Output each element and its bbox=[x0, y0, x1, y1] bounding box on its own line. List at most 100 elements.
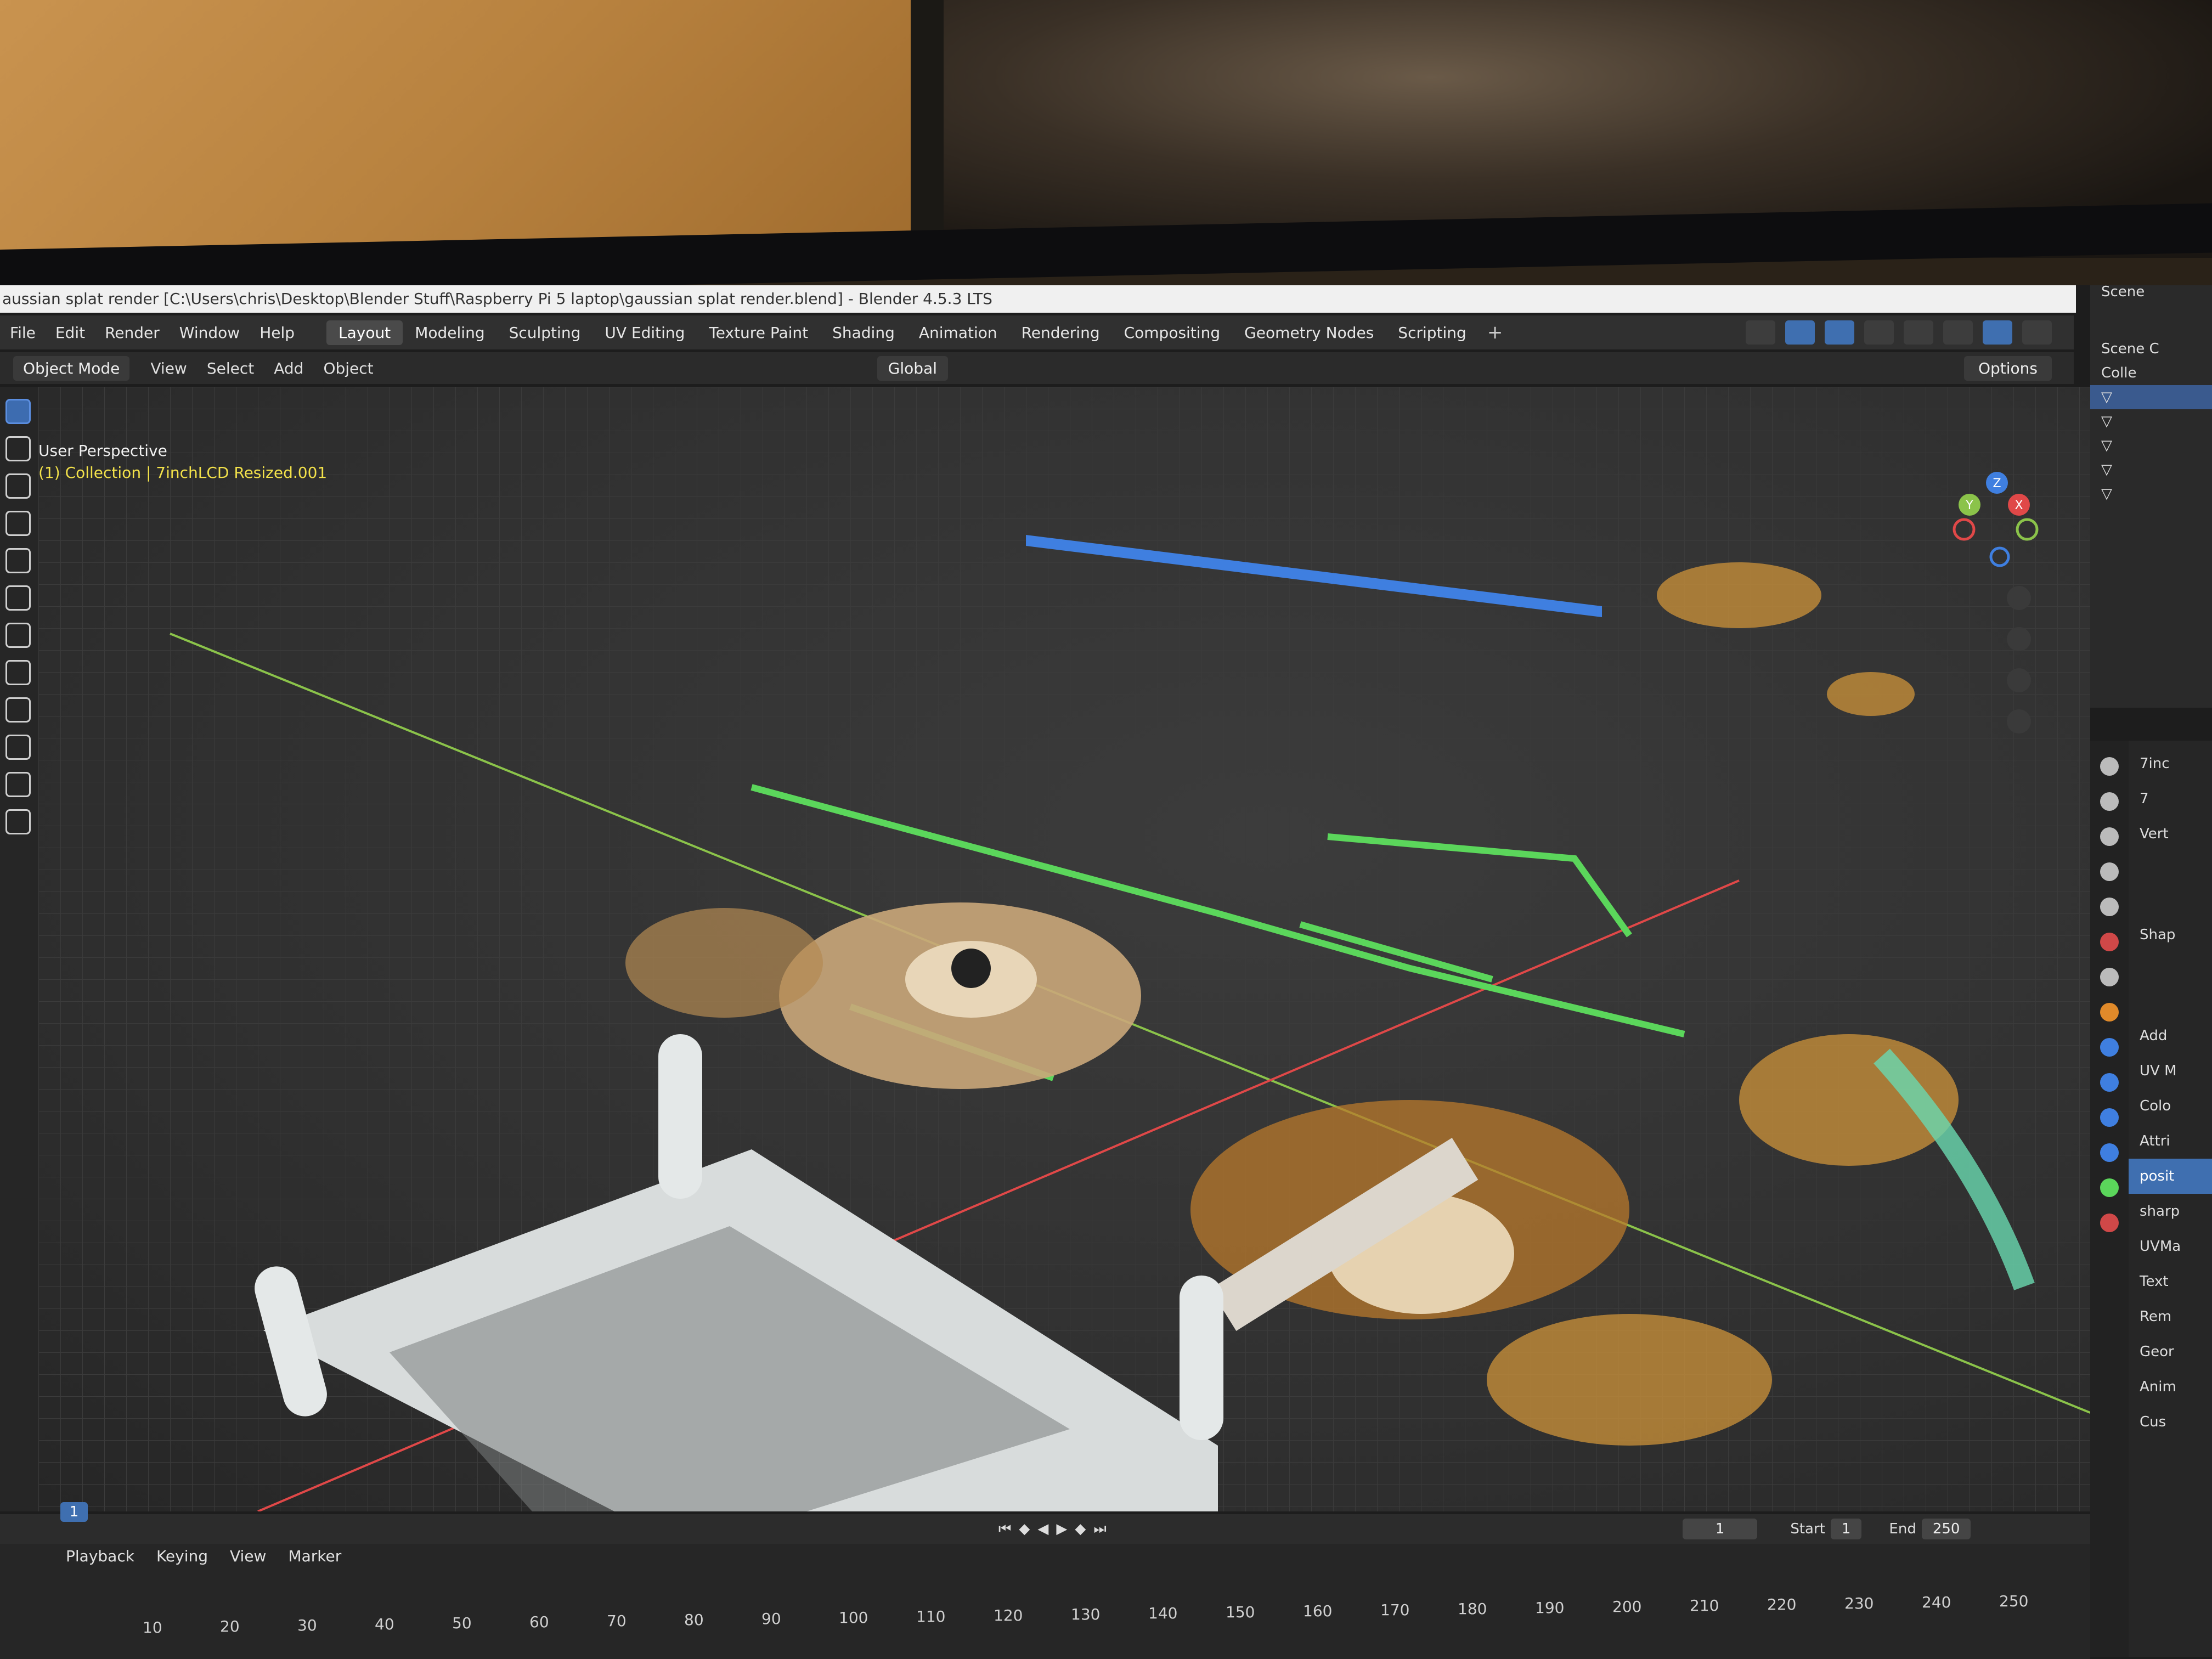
scene-tab-icon[interactable] bbox=[2100, 898, 2119, 916]
tab-modeling[interactable]: Modeling bbox=[403, 320, 496, 345]
frame-tick-label: 100 bbox=[839, 1609, 868, 1627]
add-workspace-icon[interactable]: + bbox=[1479, 321, 1512, 343]
material-shading-icon[interactable] bbox=[1983, 320, 2012, 345]
jump-start-icon[interactable]: ⏮ bbox=[998, 1521, 1011, 1538]
gizmo-toggle-icon[interactable] bbox=[1785, 320, 1815, 345]
attribute-position[interactable]: posit bbox=[2123, 1159, 2212, 1194]
rendered-shading-icon[interactable] bbox=[2022, 320, 2052, 345]
timeline-menu: Playback Keying View Marker bbox=[0, 1547, 352, 1565]
menu-playback[interactable]: Playback bbox=[55, 1547, 145, 1565]
outliner-object[interactable]: ▽ bbox=[2090, 409, 2212, 433]
outliner-object[interactable]: ▽ bbox=[2090, 433, 2212, 458]
next-keyframe-icon[interactable]: ◆ bbox=[1075, 1521, 1086, 1537]
start-frame-field[interactable]: 1 bbox=[1830, 1519, 1862, 1539]
wireframe-shading-icon[interactable] bbox=[1904, 320, 1933, 345]
world-tab-icon[interactable] bbox=[2100, 933, 2119, 951]
data-tab-icon[interactable] bbox=[2100, 1178, 2119, 1197]
transform-tool-icon[interactable] bbox=[5, 585, 31, 611]
tab-texture-paint[interactable]: Texture Paint bbox=[697, 320, 820, 345]
tab-layout[interactable]: Layout bbox=[326, 320, 403, 345]
nav-gizmo-svg: Z Y X bbox=[1953, 472, 2039, 733]
tab-animation[interactable]: Animation bbox=[907, 320, 1009, 345]
render-tab-icon[interactable] bbox=[2100, 792, 2119, 811]
menu-timeline-view[interactable]: View bbox=[219, 1547, 277, 1565]
zoom-icon[interactable] bbox=[2007, 586, 2031, 610]
add-cylinder-tool-icon[interactable] bbox=[5, 772, 31, 797]
menu-add[interactable]: Add bbox=[264, 359, 313, 377]
end-frame-field[interactable]: 250 bbox=[1921, 1519, 1971, 1539]
outliner-object[interactable]: ▽ bbox=[2090, 458, 2212, 482]
outliner-object-selected[interactable]: ▽ bbox=[2090, 385, 2212, 409]
play-icon[interactable]: ▶ bbox=[1056, 1521, 1067, 1537]
menu-file[interactable]: File bbox=[0, 324, 46, 342]
view-layer-tab-icon[interactable] bbox=[2100, 862, 2119, 881]
move-tool-icon[interactable] bbox=[5, 473, 31, 499]
visibility-icon[interactable] bbox=[1746, 320, 1775, 345]
pan-hand-icon[interactable] bbox=[2007, 627, 2031, 651]
frame-tick-label: 240 bbox=[1922, 1593, 1951, 1611]
scale-tool-icon[interactable] bbox=[5, 548, 31, 573]
neg-y-ball[interactable] bbox=[2016, 518, 2039, 541]
measure-tool-icon[interactable] bbox=[5, 660, 31, 685]
select-box-tool-icon[interactable] bbox=[5, 399, 31, 424]
menu-object[interactable]: Object bbox=[313, 359, 383, 377]
outliner-scene-collection[interactable]: Scene C bbox=[2090, 337, 2212, 361]
properties-panel: 7inc 7 Vert Shap Add UV M Colo Attri pos… bbox=[2090, 741, 2212, 1657]
navigation-gizmo[interactable]: Z Y X bbox=[1948, 450, 2046, 737]
tab-uv-editing[interactable]: UV Editing bbox=[592, 320, 697, 345]
constraints-tab-icon[interactable] bbox=[2100, 1143, 2119, 1162]
menu-edit[interactable]: Edit bbox=[46, 324, 95, 342]
menu-render[interactable]: Render bbox=[95, 324, 170, 342]
3d-viewport[interactable]: User Perspective (1) Collection | 7inchL… bbox=[38, 387, 2090, 1511]
camera-view-icon[interactable] bbox=[2007, 668, 2031, 692]
solid-shading-icon[interactable] bbox=[1943, 320, 1973, 345]
output-tab-icon[interactable] bbox=[2100, 827, 2119, 846]
tab-rendering[interactable]: Rendering bbox=[1009, 320, 1112, 345]
menu-keying[interactable]: Keying bbox=[145, 1547, 219, 1565]
scene-selector[interactable]: Scene bbox=[2090, 285, 2212, 304]
tab-shading[interactable]: Shading bbox=[820, 320, 907, 345]
object-tab-icon[interactable] bbox=[2100, 1003, 2119, 1022]
tab-scripting[interactable]: Scripting bbox=[1386, 320, 1479, 345]
menu-select[interactable]: Select bbox=[197, 359, 264, 377]
neg-z-ball[interactable] bbox=[1989, 546, 2010, 567]
rotate-tool-icon[interactable] bbox=[5, 511, 31, 536]
collection-info-label: (1) Collection | 7inchLCD Resized.001 bbox=[38, 464, 328, 482]
menu-help[interactable]: Help bbox=[250, 324, 304, 342]
modifier-tab-icon[interactable] bbox=[2100, 1038, 2119, 1057]
particles-tab-icon[interactable] bbox=[2100, 1073, 2119, 1092]
cursor-tool-icon[interactable] bbox=[5, 436, 31, 461]
frame-tick-label: 170 bbox=[1380, 1601, 1410, 1619]
collection-tab-icon[interactable] bbox=[2100, 968, 2119, 986]
tab-sculpting[interactable]: Sculpting bbox=[497, 320, 593, 345]
add-cone-tool-icon[interactable] bbox=[5, 735, 31, 760]
jump-end-icon[interactable]: ⏭ bbox=[1093, 1521, 1106, 1538]
tab-compositing[interactable]: Compositing bbox=[1112, 320, 1233, 345]
viewport-scene bbox=[38, 387, 2090, 1511]
overlay-toggle-icon[interactable] bbox=[1825, 320, 1854, 345]
options-dropdown[interactable]: Options bbox=[1963, 356, 2052, 381]
physics-tab-icon[interactable] bbox=[2100, 1108, 2119, 1127]
current-frame-indicator[interactable]: 1 bbox=[60, 1502, 88, 1522]
ortho-toggle-icon[interactable] bbox=[2007, 709, 2031, 733]
xray-icon[interactable] bbox=[1864, 320, 1894, 345]
neg-x-ball[interactable] bbox=[1953, 518, 1976, 541]
outliner-object[interactable]: ▽ bbox=[2090, 482, 2212, 506]
add-cube-tool-icon[interactable] bbox=[5, 697, 31, 723]
gizmo-z-label: Z bbox=[1993, 477, 2001, 490]
tool-tab-icon[interactable] bbox=[2100, 757, 2119, 776]
annotate-tool-icon[interactable] bbox=[5, 623, 31, 648]
menu-marker[interactable]: Marker bbox=[277, 1547, 352, 1565]
frame-ruler[interactable]: 10 20 30 40 50 60 70 80 90 100 110 120 130 140 150 160 1… bbox=[0, 1592, 2090, 1637]
add-grid-tool-icon[interactable] bbox=[5, 809, 31, 834]
menu-view[interactable]: View bbox=[140, 359, 196, 377]
transform-orientation-dropdown[interactable]: Global bbox=[877, 356, 948, 381]
tab-geometry-nodes[interactable]: Geometry Nodes bbox=[1232, 320, 1386, 345]
material-tab-icon[interactable] bbox=[2100, 1214, 2119, 1232]
object-mode-dropdown[interactable]: Object Mode bbox=[13, 356, 130, 381]
menu-window[interactable]: Window bbox=[170, 324, 250, 342]
current-frame-field[interactable]: 1 bbox=[1682, 1519, 1758, 1539]
play-reverse-icon[interactable]: ◀ bbox=[1037, 1521, 1048, 1537]
outliner-collection[interactable]: Colle bbox=[2090, 361, 2212, 385]
prev-keyframe-icon[interactable]: ◆ bbox=[1019, 1521, 1030, 1537]
